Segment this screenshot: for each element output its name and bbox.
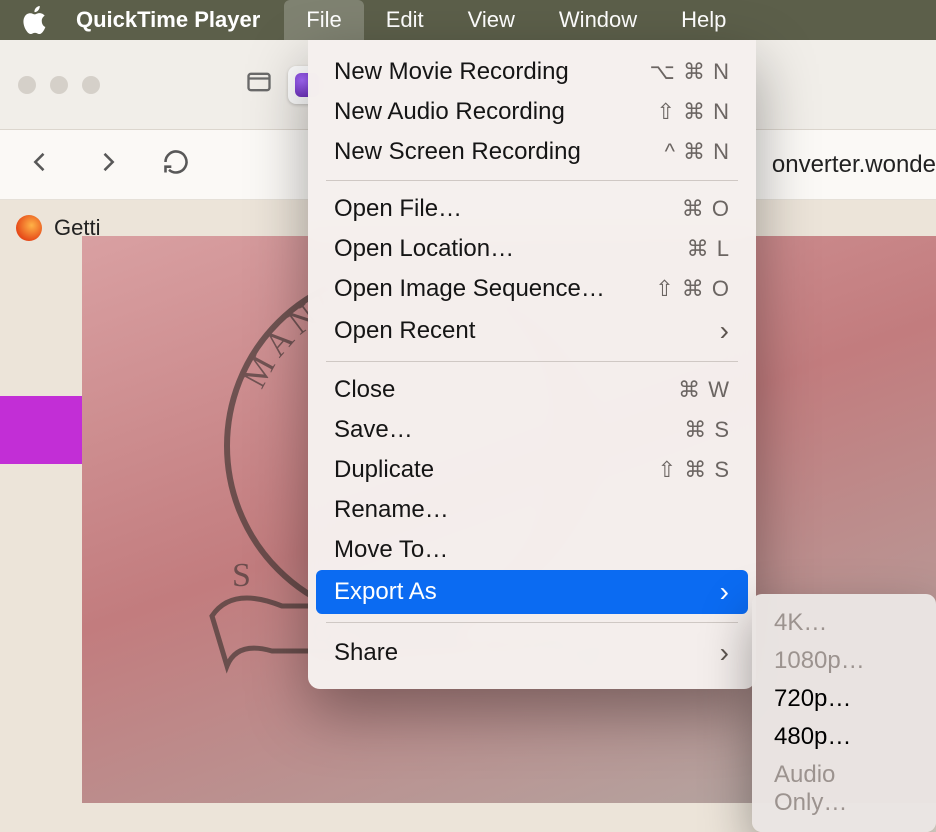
chevron-right-icon: [720, 315, 730, 347]
menu-item-duplicate[interactable]: Duplicate⇧ ⌘ S: [308, 450, 756, 490]
menu-item-export-as[interactable]: Export As: [316, 570, 748, 614]
close-window-icon[interactable]: [18, 76, 36, 94]
menu-item-label: Share: [334, 639, 720, 667]
reload-icon[interactable]: [162, 148, 190, 181]
export-as-submenu: 4K…1080p…720p…480p…Audio Only…: [752, 594, 936, 832]
export-option-480p[interactable]: 480p…: [752, 718, 936, 756]
back-icon[interactable]: [26, 148, 54, 181]
forward-icon[interactable]: [94, 148, 122, 181]
window-traffic-lights[interactable]: [18, 76, 100, 94]
menubar-item-window[interactable]: Window: [537, 0, 659, 40]
bookmark-item[interactable]: Getti: [54, 215, 100, 241]
menu-shortcut: ⌘ W: [678, 377, 730, 403]
menu-item-label: Rename…: [334, 496, 730, 524]
menu-item-label: New Screen Recording: [334, 138, 665, 166]
menu-item-label: Save…: [334, 416, 684, 444]
menu-item-rename[interactable]: Rename…: [308, 490, 756, 530]
menu-item-label: Move To…: [334, 536, 730, 564]
app-name: QuickTime Player: [76, 7, 260, 33]
menu-item-label: Open File…: [334, 195, 682, 223]
menu-shortcut: ⇧ ⌘ O: [655, 276, 730, 302]
menu-item-close[interactable]: Close⌘ W: [308, 370, 756, 410]
menu-item-new-audio-recording[interactable]: New Audio Recording⇧ ⌘ N: [308, 92, 756, 132]
minimize-window-icon[interactable]: [50, 76, 68, 94]
sidebar-highlight-strip: [0, 396, 82, 464]
menu-shortcut: ⌥ ⌘ N: [650, 59, 730, 85]
menu-item-move-to[interactable]: Move To…: [308, 530, 756, 570]
menu-item-label: New Movie Recording: [334, 58, 650, 86]
export-option-1080p: 1080p…: [752, 642, 936, 680]
menu-shortcut: ⇧ ⌘ S: [658, 457, 730, 483]
bookmark-bar: Getti: [0, 200, 100, 256]
firefox-icon[interactable]: [16, 215, 42, 241]
file-menu-dropdown: New Movie Recording⌥ ⌘ NNew Audio Record…: [308, 40, 756, 689]
menubar-item-view[interactable]: View: [446, 0, 537, 40]
export-option-audio-only: Audio Only…: [752, 756, 936, 822]
menu-item-label: Export As: [334, 578, 720, 606]
menu-item-label: Open Image Sequence…: [334, 275, 655, 303]
show-sidebar-icon[interactable]: [244, 68, 274, 101]
zoom-window-icon[interactable]: [82, 76, 100, 94]
menu-item-new-screen-recording[interactable]: New Screen Recording^ ⌘ N: [308, 132, 756, 172]
menu-item-open-file[interactable]: Open File…⌘ O: [308, 189, 756, 229]
url-fragment[interactable]: onverter.wonde: [772, 151, 936, 179]
menu-shortcut: ⌘ O: [682, 196, 730, 222]
macos-menubar: QuickTime Player FileEditViewWindowHelp: [0, 0, 936, 40]
menu-item-open-location[interactable]: Open Location…⌘ L: [308, 229, 756, 269]
menu-item-label: New Audio Recording: [334, 98, 656, 126]
menu-item-save[interactable]: Save…⌘ S: [308, 410, 756, 450]
menu-item-label: Close: [334, 376, 678, 404]
menu-item-new-movie-recording[interactable]: New Movie Recording⌥ ⌘ N: [308, 52, 756, 92]
menubar-item-edit[interactable]: Edit: [364, 0, 446, 40]
menu-item-label: Open Recent: [334, 317, 720, 345]
menu-shortcut: ⌘ L: [687, 236, 730, 262]
chevron-right-icon: [720, 637, 730, 669]
chevron-right-icon: [720, 576, 730, 608]
menu-item-open-image-sequence[interactable]: Open Image Sequence…⇧ ⌘ O: [308, 269, 756, 309]
menu-shortcut: ⌘ S: [684, 417, 730, 443]
menu-item-open-recent[interactable]: Open Recent: [308, 309, 756, 353]
menu-shortcut: ^ ⌘ N: [665, 139, 730, 165]
menu-item-share[interactable]: Share: [308, 631, 756, 675]
menu-shortcut: ⇧ ⌘ N: [656, 99, 730, 125]
svg-text:S: S: [232, 557, 251, 594]
menubar-item-file[interactable]: File: [284, 0, 363, 40]
menubar-item-help[interactable]: Help: [659, 0, 748, 40]
export-option-720p[interactable]: 720p…: [752, 680, 936, 718]
export-option-4k: 4K…: [752, 604, 936, 642]
apple-logo-icon[interactable]: [22, 6, 46, 34]
menu-item-label: Open Location…: [334, 235, 687, 263]
menu-item-label: Duplicate: [334, 456, 658, 484]
